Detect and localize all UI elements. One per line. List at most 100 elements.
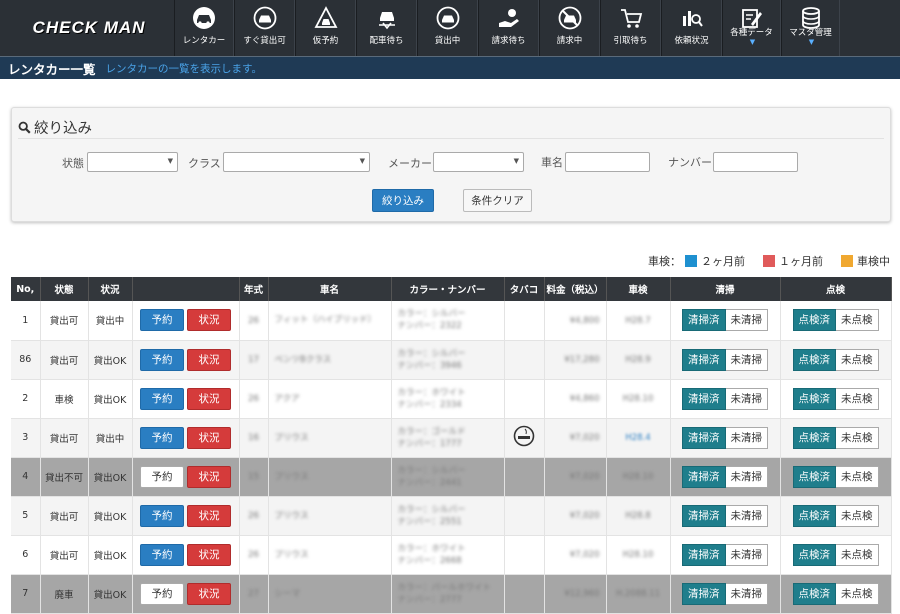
cell-car-name: シーマ bbox=[268, 574, 392, 614]
car-name-label: 車名 bbox=[541, 156, 563, 169]
number-input[interactable] bbox=[713, 152, 798, 172]
cell-actions: 予約 状況 bbox=[132, 301, 240, 341]
not-inspected-button[interactable]: 未点検 bbox=[836, 504, 879, 527]
cell-cleaning: 清掃済 未清掃 bbox=[670, 379, 781, 419]
table-row[interactable]: 4 貸出不可 貸出OK 予約 状況 15 プリウス カラー：シルバー ナンバー：2441 ¥7,0… bbox=[11, 457, 892, 497]
cleaned-button[interactable]: 清掃済 bbox=[682, 309, 726, 332]
cleaned-button[interactable]: 清掃済 bbox=[682, 426, 726, 449]
inspected-button[interactable]: 点検済 bbox=[792, 543, 836, 566]
reserve-button[interactable]: 予約 bbox=[140, 543, 184, 566]
nav-item-2[interactable]: 仮予約 bbox=[295, 0, 356, 56]
table-row[interactable]: 3 貸出可 貸出中 予約 状況 16 プリウス カラー：ゴールド ナンバー：1777 ¥7,020… bbox=[11, 418, 892, 458]
status-button[interactable]: 状況 bbox=[187, 465, 231, 488]
not-cleaned-button[interactable]: 未清掃 bbox=[725, 348, 768, 371]
cell-state: 貸出可 bbox=[40, 535, 89, 575]
nav-item-8[interactable]: 依頼状況 bbox=[661, 0, 722, 56]
maker-select[interactable] bbox=[433, 152, 524, 172]
inspected-button[interactable]: 点検済 bbox=[792, 309, 836, 332]
table-row[interactable]: 86 貸出可 貸出OK 予約 状況 17 ベンツBクラス カラー：シルバー ナンバー：3946 ¥… bbox=[11, 340, 892, 380]
cell-state: 貸出可 bbox=[40, 301, 89, 341]
column-header: カラー・ナンバー bbox=[391, 277, 505, 301]
cell-year: 26 bbox=[239, 379, 269, 419]
cell-year: 26 bbox=[239, 301, 269, 341]
not-cleaned-button[interactable]: 未清掃 bbox=[725, 543, 768, 566]
not-inspected-button[interactable]: 未点検 bbox=[836, 348, 879, 371]
not-cleaned-button[interactable]: 未清掃 bbox=[725, 504, 768, 527]
cleaned-button[interactable]: 清掃済 bbox=[682, 465, 726, 488]
table-row[interactable]: 5 貸出可 貸出OK 予約 状況 26 プリウス カラー：シルバー ナンバー：2551 ¥7,02… bbox=[11, 496, 892, 536]
class-select[interactable] bbox=[223, 152, 370, 172]
plate-value: ナンバー：2334 bbox=[397, 399, 462, 410]
nav-item-1[interactable]: すぐ貸出可 bbox=[234, 0, 295, 56]
reserve-button[interactable]: 予約 bbox=[140, 465, 184, 488]
inspected-button[interactable]: 点検済 bbox=[792, 582, 836, 605]
nav-item-6[interactable]: 請求中 bbox=[539, 0, 600, 56]
not-inspected-button[interactable]: 未点検 bbox=[836, 543, 879, 566]
reserve-button[interactable]: 予約 bbox=[140, 504, 184, 527]
cleaned-button[interactable]: 清掃済 bbox=[682, 387, 726, 410]
nav-item-4[interactable]: 貸出中 bbox=[417, 0, 478, 56]
nav-item-5[interactable]: 請求待ち bbox=[478, 0, 539, 56]
cell-car-name: ベンツBクラス bbox=[268, 340, 392, 380]
table-row[interactable]: 2 車検 貸出OK 予約 状況 26 アクア カラー：ホワイト ナンバー：2334 ¥4,860 H… bbox=[11, 379, 892, 419]
reserve-button[interactable]: 予約 bbox=[140, 348, 184, 371]
table-row[interactable]: 6 貸出可 貸出OK 予約 状況 26 プリウス カラー：ホワイト ナンバー：2668 ¥7,02… bbox=[11, 535, 892, 575]
not-inspected-button[interactable]: 未点検 bbox=[836, 582, 879, 605]
status-button[interactable]: 状況 bbox=[187, 348, 231, 371]
cleaned-button[interactable]: 清掃済 bbox=[682, 543, 726, 566]
status-button[interactable]: 状況 bbox=[187, 309, 231, 332]
reserve-button[interactable]: 予約 bbox=[140, 582, 184, 605]
reserve-button[interactable]: 予約 bbox=[140, 309, 184, 332]
car-name-input[interactable] bbox=[565, 152, 650, 172]
nav-item-7[interactable]: 引取待ち bbox=[600, 0, 661, 56]
inspected-button[interactable]: 点検済 bbox=[792, 426, 836, 449]
cell-price: ¥7,020 bbox=[544, 496, 607, 536]
status-select[interactable] bbox=[87, 152, 178, 172]
table-row[interactable]: 1 貸出可 貸出中 予約 状況 26 フィット（ハイブリッド） カラー：シルバー ナンバー：23… bbox=[11, 301, 892, 341]
cell-cleaning: 清掃済 未清掃 bbox=[670, 418, 781, 458]
nav-item-9[interactable]: 各種データ ▼ bbox=[722, 0, 781, 56]
cell-year: 17 bbox=[239, 340, 269, 380]
nav-item-0[interactable]: レンタカー bbox=[174, 0, 234, 56]
not-cleaned-button[interactable]: 未清掃 bbox=[725, 582, 768, 605]
cleaned-button[interactable]: 清掃済 bbox=[682, 348, 726, 371]
cell-inspection: H28.4 bbox=[606, 418, 671, 458]
inspection-value[interactable]: H28.4 bbox=[625, 433, 650, 443]
cell-actions: 予約 状況 bbox=[132, 340, 240, 380]
cell-price: ¥17,280 bbox=[544, 340, 607, 380]
cleaned-button[interactable]: 清掃済 bbox=[682, 504, 726, 527]
not-inspected-button[interactable]: 未点検 bbox=[836, 387, 879, 410]
inspected-button[interactable]: 点検済 bbox=[792, 348, 836, 371]
status-button[interactable]: 状況 bbox=[187, 504, 231, 527]
table-row[interactable]: 7 廃車 貸出OK 予約 状況 27 シーマ カラー：パールホワイト ナンバー：2777 ¥12,… bbox=[11, 574, 892, 614]
inspected-button[interactable]: 点検済 bbox=[792, 465, 836, 488]
not-cleaned-button[interactable]: 未清掃 bbox=[725, 426, 768, 449]
number-label: ナンバー bbox=[668, 156, 712, 169]
status-button[interactable]: 状況 bbox=[187, 426, 231, 449]
not-cleaned-button[interactable]: 未清掃 bbox=[725, 387, 768, 410]
cleaned-button[interactable]: 清掃済 bbox=[682, 582, 726, 605]
nav-item-3[interactable]: 配車待ち bbox=[356, 0, 417, 56]
filter-clear-button[interactable]: 条件クリア bbox=[463, 189, 532, 212]
year-value: 26 bbox=[248, 394, 259, 404]
not-cleaned-button[interactable]: 未清掃 bbox=[725, 309, 768, 332]
reserve-button[interactable]: 予約 bbox=[140, 426, 184, 449]
filter-submit-button[interactable]: 絞り込み bbox=[372, 189, 434, 212]
not-inspected-button[interactable]: 未点検 bbox=[836, 465, 879, 488]
color-value: カラー：パールホワイト bbox=[397, 582, 492, 593]
status-button[interactable]: 状況 bbox=[187, 387, 231, 410]
reserve-button[interactable]: 予約 bbox=[140, 387, 184, 410]
cell-tobacco bbox=[504, 574, 545, 614]
status-button[interactable]: 状況 bbox=[187, 582, 231, 605]
nav-item-10[interactable]: マスタ管理 ▼ bbox=[781, 0, 840, 56]
cell-actions: 予約 状況 bbox=[132, 496, 240, 536]
not-cleaned-button[interactable]: 未清掃 bbox=[725, 465, 768, 488]
cell-inspection-check: 点検済 未点検 bbox=[780, 340, 892, 380]
app-logo[interactable]: CHECK MAN bbox=[0, 0, 178, 56]
inspected-button[interactable]: 点検済 bbox=[792, 504, 836, 527]
column-header: 状況 bbox=[88, 277, 133, 301]
status-button[interactable]: 状況 bbox=[187, 543, 231, 566]
not-inspected-button[interactable]: 未点検 bbox=[836, 426, 879, 449]
inspected-button[interactable]: 点検済 bbox=[792, 387, 836, 410]
not-inspected-button[interactable]: 未点検 bbox=[836, 309, 879, 332]
